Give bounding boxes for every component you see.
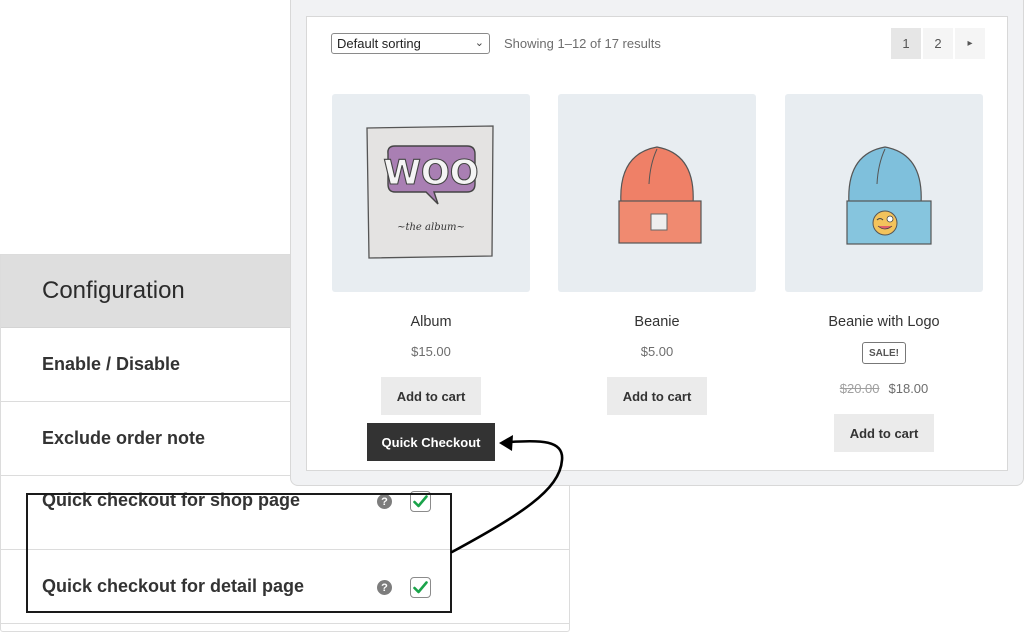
product-price: $15.00	[411, 344, 451, 359]
quick-checkout-shop-checkbox[interactable]	[410, 491, 431, 512]
quick-checkout-button[interactable]: Quick Checkout	[367, 423, 495, 461]
svg-text:~the album~: ~the album~	[397, 222, 465, 233]
page-2-link[interactable]: 2	[923, 28, 953, 59]
sale-badge: SALE!	[862, 342, 906, 364]
product-image-album[interactable]: WOO ~the album~	[332, 94, 530, 292]
chevron-down-icon: ⌄	[474, 37, 484, 49]
config-row-quick-checkout-shop: Quick checkout for shop page ?	[1, 476, 569, 550]
help-icon[interactable]: ?	[377, 580, 392, 595]
sorting-selected-value: Default sorting	[337, 36, 421, 51]
result-count: Showing 1–12 of 17 results	[504, 36, 661, 51]
product-name[interactable]: Beanie	[558, 314, 756, 330]
sale-price: $18.00	[888, 381, 929, 396]
product-price: $5.00	[640, 344, 674, 359]
add-to-cart-button[interactable]: Add to cart	[834, 414, 934, 452]
orange-beanie-image	[618, 146, 702, 244]
page-1-link[interactable]: 1	[891, 28, 921, 59]
config-label: Quick checkout for shop page	[42, 490, 301, 510]
product-image-beanie-with-logo[interactable]	[785, 94, 983, 292]
product-price: $20.00 $18.00	[785, 381, 983, 396]
config-label: Enable / Disable	[42, 354, 181, 374]
checkmark-icon	[413, 581, 428, 594]
config-row-quick-checkout-detail: Quick checkout for detail page ?	[1, 550, 569, 624]
product-name[interactable]: Beanie with Logo	[785, 314, 983, 330]
product-name[interactable]: Album	[332, 314, 530, 330]
product-image-beanie[interactable]	[558, 94, 756, 292]
next-page-icon[interactable]: ▸	[955, 28, 985, 59]
configuration-title: Configuration	[42, 277, 185, 304]
add-to-cart-button[interactable]: Add to cart	[381, 377, 481, 415]
add-to-cart-button[interactable]: Add to cart	[607, 377, 707, 415]
config-label: Quick checkout for detail page	[42, 576, 305, 596]
checkmark-icon	[413, 495, 428, 508]
config-label: Exclude order note	[42, 428, 206, 448]
quick-checkout-detail-checkbox[interactable]	[410, 577, 431, 598]
regular-price: $20.00	[839, 381, 880, 396]
blue-beanie-image	[846, 146, 932, 245]
help-icon[interactable]: ?	[377, 494, 392, 509]
sorting-select[interactable]: Default sorting ⌄	[331, 33, 490, 54]
svg-text:WOO: WOO	[383, 153, 478, 193]
woo-album-image: WOO ~the album~	[366, 125, 494, 259]
